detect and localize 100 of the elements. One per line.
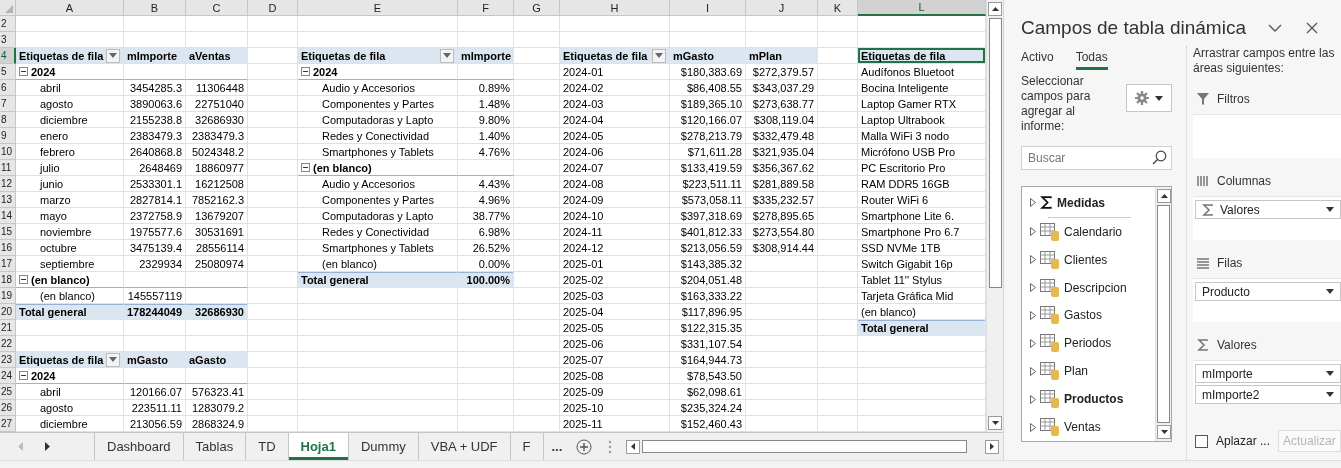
grid-cell[interactable]: 2024-03 <box>560 96 670 112</box>
row-number[interactable]: 3 <box>0 32 16 48</box>
header-background[interactable]: Etiquetas de fila <box>298 48 458 64</box>
field-name[interactable]: Plan <box>1064 364 1089 379</box>
collapse-icon[interactable] <box>19 275 28 284</box>
grid-cell[interactable]: 0.89% <box>458 80 514 96</box>
grid-cell[interactable]: 2025-08 <box>560 368 670 384</box>
grid-cell[interactable]: marzo <box>16 192 124 208</box>
grid-cell[interactable] <box>248 336 298 352</box>
grid-cell[interactable]: diciembre <box>16 112 124 128</box>
grid-cell[interactable] <box>514 208 560 224</box>
grid-cell[interactable] <box>514 64 560 80</box>
scroll-left-icon[interactable] <box>631 443 636 450</box>
grid-cell[interactable]: $235,324.24 <box>670 400 746 416</box>
grid-cell[interactable]: 2024-12 <box>560 240 670 256</box>
grid-cell[interactable]: $278,895.65 <box>746 208 818 224</box>
row-number[interactable]: 17 <box>0 256 16 272</box>
total-background[interactable]: Total general <box>858 320 986 336</box>
field-name[interactable]: Clientes <box>1064 252 1108 267</box>
grid-cell[interactable]: 26.52% <box>458 240 514 256</box>
collapse-icon[interactable] <box>301 163 310 172</box>
grid-cell[interactable] <box>186 368 248 384</box>
grid-cell[interactable]: 6.98% <box>458 224 514 240</box>
row-number[interactable]: 6 <box>0 80 16 96</box>
total-background[interactable]: 100.00% <box>458 272 514 288</box>
grid-cell[interactable] <box>746 272 818 288</box>
defer-checkbox[interactable] <box>1195 434 1208 448</box>
row-number[interactable]: 14 <box>0 208 16 224</box>
row-number[interactable]: 10 <box>0 144 16 160</box>
grid-cell[interactable] <box>248 32 298 48</box>
grid-cell[interactable]: Smartphones y Tablets <box>298 144 458 160</box>
grid-cell[interactable] <box>560 16 670 32</box>
next-sheet-icon[interactable] <box>45 442 50 451</box>
grid-cell[interactable] <box>458 288 514 304</box>
grid-cell[interactable]: 4.43% <box>458 176 514 192</box>
total-background[interactable]: 32686930 <box>186 304 248 320</box>
grid-cell[interactable] <box>514 272 560 288</box>
grid-cell[interactable]: 2025-03 <box>560 288 670 304</box>
grid-cell[interactable] <box>248 112 298 128</box>
grid-cell[interactable]: $120,166.07 <box>670 112 746 128</box>
grid-cell[interactable] <box>186 320 248 336</box>
grid-cell[interactable]: 4.76% <box>458 144 514 160</box>
grid-cell[interactable]: 3454285.3 <box>124 80 186 96</box>
grid-cell[interactable]: 1.40% <box>458 128 514 144</box>
grid-cell[interactable] <box>818 128 858 144</box>
grid-cell[interactable]: 30531691 <box>186 224 248 240</box>
grid-cell[interactable]: $180,383.69 <box>670 64 746 80</box>
grid-cell[interactable] <box>298 304 458 320</box>
column-header[interactable]: L <box>858 0 986 16</box>
grid-cell[interactable]: $163,333.22 <box>670 288 746 304</box>
grid-cell[interactable]: 1283079.2 <box>186 400 248 416</box>
grid-cell[interactable]: 16212508 <box>186 176 248 192</box>
drop-area[interactable] <box>1193 114 1341 158</box>
filter-dropdown-button[interactable] <box>440 48 454 63</box>
grid-cell[interactable]: 2024-09 <box>560 192 670 208</box>
grid-cell[interactable]: $143,385.32 <box>670 256 746 272</box>
grid-cell[interactable] <box>514 352 560 368</box>
sheet-tab[interactable]: Hoja1 <box>288 433 349 460</box>
scroll-up-icon[interactable] <box>1160 194 1168 198</box>
row-number[interactable]: 12 <box>0 176 16 192</box>
row-number[interactable]: 19 <box>0 288 16 304</box>
grid-cell[interactable]: 2383479.3 <box>124 128 186 144</box>
grid-cell[interactable] <box>514 400 560 416</box>
grid-cell[interactable]: (en blanco) <box>16 272 124 288</box>
collapse-icon[interactable] <box>301 67 310 76</box>
scroll-down-icon[interactable] <box>991 421 999 425</box>
grid-cell[interactable] <box>248 224 298 240</box>
grid-cell[interactable]: febrero <box>16 144 124 160</box>
grid-cell[interactable] <box>298 320 458 336</box>
grid-cell[interactable] <box>514 80 560 96</box>
grid-cell[interactable]: 18860977 <box>186 160 248 176</box>
grid-cell[interactable]: 2024-10 <box>560 208 670 224</box>
column-header[interactable]: G <box>514 0 560 16</box>
grid-cell[interactable] <box>248 208 298 224</box>
grid-cell[interactable] <box>514 96 560 112</box>
grid-cell[interactable] <box>124 64 186 80</box>
grid-cell[interactable]: 2533301.1 <box>124 176 186 192</box>
grid-cell[interactable] <box>746 256 818 272</box>
row-number[interactable]: 5 <box>0 64 16 80</box>
grid-cell[interactable]: 2024 <box>298 64 458 80</box>
header-background[interactable]: Etiquetas de fila <box>560 48 670 64</box>
grid-cell[interactable] <box>818 112 858 128</box>
vertical-scrollbar[interactable] <box>986 0 1003 432</box>
grid-cell[interactable] <box>248 304 298 320</box>
tools-button[interactable] <box>1126 84 1172 112</box>
grid-cell[interactable] <box>458 160 514 176</box>
active-cell[interactable]: Etiquetas de fila <box>858 48 986 64</box>
expand-icon[interactable] <box>1030 366 1036 376</box>
grid-cell[interactable]: 32686930 <box>186 112 248 128</box>
grid-cell[interactable]: Computadoras y Lapto <box>298 208 458 224</box>
header-background[interactable]: aGasto <box>186 352 248 368</box>
grid-cell[interactable]: 2025-01 <box>560 256 670 272</box>
select-all-icon[interactable] <box>5 5 13 13</box>
grid-cell[interactable] <box>746 336 818 352</box>
grid-cell[interactable]: 120166.07 <box>124 384 186 400</box>
grid-cell[interactable]: Audio y Accesorios <box>298 80 458 96</box>
grid-cell[interactable] <box>818 256 858 272</box>
column-header[interactable]: J <box>746 0 818 16</box>
area-field[interactable]: Producto <box>1195 282 1341 301</box>
grid-cell[interactable]: abril <box>16 384 124 400</box>
